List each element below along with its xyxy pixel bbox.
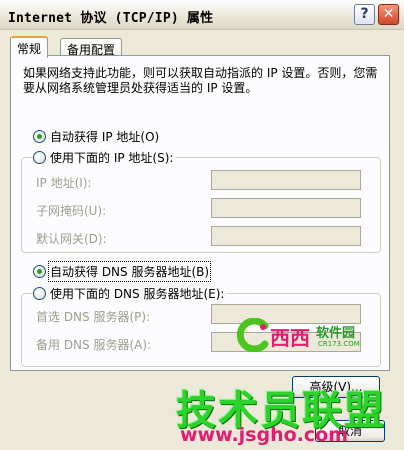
intro-text: 如果网络支持此功能，则可以获取自动指派的 IP 设置。否则，您需要从网络系统管理… <box>23 66 378 95</box>
default-gateway-field[interactable] <box>211 226 361 246</box>
preferred-dns-label: 首选 DNS 服务器(P): <box>36 310 151 324</box>
radio-manual-dns-indicator[interactable] <box>33 287 46 300</box>
window-title: Internet 协议 (TCP/IP) 属性 <box>8 11 214 26</box>
radio-manual-dns[interactable]: 使用下面的 DNS 服务器地址(E): <box>33 285 228 302</box>
radio-auto-ip[interactable]: 自动获得 IP 地址(O) <box>33 128 163 145</box>
tab-general[interactable]: 常规 <box>10 36 49 58</box>
radio-manual-ip[interactable]: 使用下面的 IP 地址(S): <box>33 149 177 166</box>
watermark-url: www.jsgho.com <box>180 424 348 446</box>
watermark-logo-icon <box>236 318 269 352</box>
radio-manual-dns-label: 使用下面的 DNS 服务器地址(E): <box>50 287 225 301</box>
radio-auto-ip-indicator[interactable] <box>33 130 46 143</box>
radio-auto-ip-label: 自动获得 IP 地址(O) <box>50 130 160 144</box>
watermark-logo-cn: 软件园 <box>316 326 356 341</box>
radio-auto-dns[interactable]: 自动获得 DNS 服务器地址(B) <box>33 261 213 282</box>
default-gateway-label: 默认网关(D): <box>36 232 107 246</box>
ip-address-field[interactable] <box>211 170 361 190</box>
radio-manual-ip-indicator[interactable] <box>33 151 46 164</box>
radio-auto-dns-label: 自动获得 DNS 服务器地址(B) <box>47 261 212 282</box>
preferred-dns-field[interactable] <box>211 304 361 324</box>
title-bar: Internet 协议 (TCP/IP) 属性 ? ✕ <box>0 0 404 30</box>
radio-auto-dns-indicator[interactable] <box>33 265 46 278</box>
radio-manual-ip-label: 使用下面的 IP 地址(S): <box>50 151 174 165</box>
alternate-dns-label: 备用 DNS 服务器(A): <box>36 338 152 352</box>
subnet-mask-field[interactable] <box>211 198 361 218</box>
watermark-logo-mark: 西西 <box>270 326 310 350</box>
watermark-logo-sub: CR173.COM <box>318 340 360 348</box>
ip-address-label: IP 地址(I): <box>36 176 92 190</box>
close-button[interactable]: ✕ <box>378 4 399 25</box>
subnet-mask-label: 子网掩码(U): <box>36 204 107 218</box>
help-button[interactable]: ? <box>354 4 375 25</box>
